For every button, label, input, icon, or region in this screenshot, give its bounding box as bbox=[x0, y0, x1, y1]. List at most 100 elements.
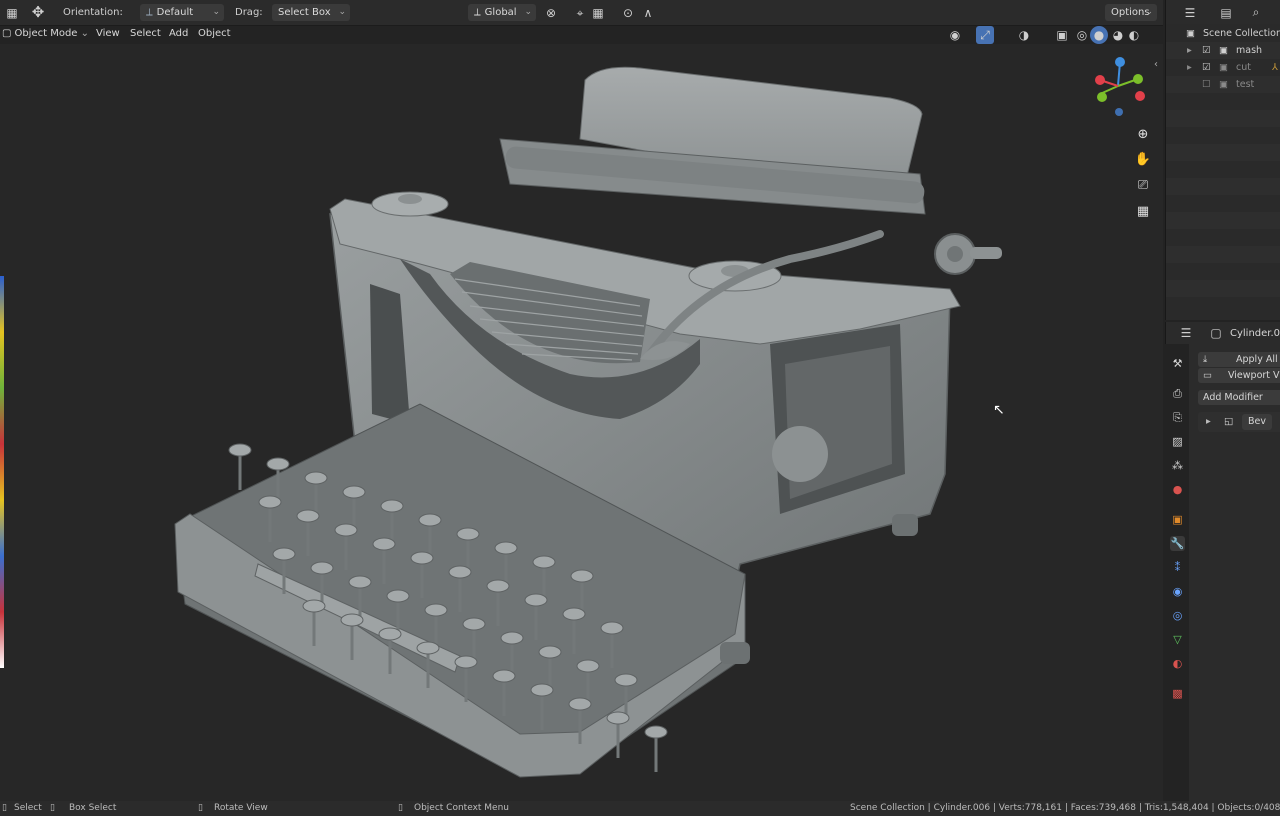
options-label: Options bbox=[1111, 7, 1150, 18]
mouse-left-icon: ▯ bbox=[2, 803, 7, 813]
chevron-down-icon: ⌄ bbox=[524, 7, 532, 17]
outliner-scene-collection[interactable]: ▣ Scene Collection bbox=[1166, 25, 1280, 42]
properties-tabs: ⚒ ⎙ ⎘ ▨ ⁂ ● ▣ 🔧 ⁑ ◉ ◎ ▽ ◐ ▩ bbox=[1165, 344, 1189, 801]
apply-icon: ⤓ bbox=[1203, 354, 1208, 365]
add-modifier-button[interactable]: Add Modifier bbox=[1198, 390, 1280, 405]
filter-icon[interactable]: ▤ bbox=[1216, 4, 1236, 22]
view-layer-tab-icon[interactable]: ▨ bbox=[1170, 434, 1185, 449]
object-mode-icon: ▢ bbox=[2, 28, 12, 39]
navigation-gizmo[interactable] bbox=[1088, 54, 1148, 118]
texture-tab-icon[interactable]: ▩ bbox=[1170, 686, 1185, 701]
checkbox-unchecked-icon[interactable]: ☐ bbox=[1202, 76, 1211, 93]
gizmo-toggle-icon[interactable]: ⤢ bbox=[976, 26, 994, 44]
falloff-icon[interactable]: ∧ bbox=[638, 4, 658, 22]
collection-icon: ▣ bbox=[1186, 28, 1195, 39]
zoom-icon[interactable]: ⊕ bbox=[1132, 124, 1154, 146]
pan-hand-icon[interactable]: ✋ bbox=[1132, 149, 1154, 171]
snap-grid-icon[interactable]: ▦ bbox=[588, 4, 608, 22]
status-bar: ▯ Select ▯ Box Select ▯ Rotate View ▯ Ob… bbox=[0, 801, 1280, 816]
checkbox-checked-icon[interactable]: ☑ bbox=[1202, 59, 1211, 76]
transform-orientation-dropdown[interactable]: ⟂ Global ⌄ bbox=[468, 4, 536, 21]
chevron-down-icon: ⌄ bbox=[212, 7, 220, 17]
chevron-down-icon: ⌄ bbox=[338, 7, 346, 17]
collection-icon: ▣ bbox=[1219, 62, 1228, 73]
pivot-point-icon[interactable]: ⊗ bbox=[541, 4, 561, 22]
chevron-down-icon: ⌄ bbox=[1145, 7, 1153, 17]
proportional-edit-icon[interactable]: ⊙ bbox=[618, 4, 638, 22]
transform-orientation-value: Global bbox=[484, 7, 517, 18]
bevel-modifier-icon: ◱ bbox=[1224, 416, 1233, 427]
gizmo-z-neg[interactable] bbox=[1115, 108, 1123, 116]
outliner-item-cut[interactable]: ▸ ☑ ▣ cut ⅄ bbox=[1166, 59, 1280, 76]
search-icon[interactable]: ⌕ bbox=[1246, 3, 1266, 21]
editor-type-icon[interactable]: ☰ bbox=[1176, 324, 1196, 342]
orientation-value: Default bbox=[156, 7, 194, 18]
orientation-dropdown[interactable]: ⟂ Default ⌄ bbox=[140, 4, 224, 21]
apply-all-label: Apply All bbox=[1236, 354, 1278, 365]
menu-object[interactable]: Object bbox=[198, 28, 231, 39]
gizmo-x-neg[interactable] bbox=[1095, 75, 1105, 85]
outliner-item-test[interactable]: ☐ ▣ test bbox=[1166, 76, 1280, 93]
viewport-vis-button[interactable]: ▭ Viewport Vis bbox=[1198, 368, 1280, 383]
options-dropdown[interactable]: Options ⌄ bbox=[1105, 4, 1157, 21]
apply-all-button[interactable]: ⤓ Apply All bbox=[1198, 352, 1280, 367]
object-marker-icon: ⅄ bbox=[1272, 62, 1278, 73]
perspective-grid-icon[interactable]: ▦ bbox=[1132, 201, 1154, 223]
modifier-tab-icon[interactable]: 🔧 bbox=[1170, 536, 1185, 551]
camera-icon[interactable]: ⎚ bbox=[1132, 175, 1154, 197]
particles-tab-icon[interactable]: ⁑ bbox=[1170, 560, 1185, 575]
mouse-cursor-icon: ↖ bbox=[993, 402, 1005, 418]
outliner-header: ☰ ▤ ⌕ bbox=[1166, 0, 1280, 24]
collection-icon: ▣ bbox=[1219, 79, 1228, 90]
expand-arrow-icon[interactable]: ▸ bbox=[1206, 412, 1211, 432]
tool-tab-icon[interactable]: ⚒ bbox=[1170, 356, 1185, 371]
menu-view[interactable]: View bbox=[96, 28, 120, 39]
status-select: Select bbox=[14, 803, 42, 813]
render-tab-icon[interactable]: ⎙ bbox=[1170, 386, 1185, 401]
scene-tab-icon[interactable]: ⁂ bbox=[1170, 458, 1185, 473]
chevron-down-icon: ⌄ bbox=[80, 28, 90, 39]
status-rotate-view: Rotate View bbox=[214, 803, 268, 813]
global-axes-icon: ⟂ bbox=[474, 7, 481, 18]
modifier-name-field[interactable]: Bev bbox=[1242, 414, 1272, 430]
gizmo-x-axis[interactable] bbox=[1135, 91, 1145, 101]
modifier-bevel-panel[interactable]: ▸ ◱ Bev bbox=[1198, 412, 1280, 432]
gizmo-z-axis[interactable] bbox=[1115, 57, 1125, 67]
menu-add[interactable]: Add bbox=[169, 28, 188, 39]
visibility-icon[interactable]: ◉ bbox=[945, 26, 965, 44]
3d-viewport[interactable]: ⊕ ✋ ⎚ ▦ ‹ ↖ bbox=[0, 44, 1163, 801]
editor-type-icon[interactable]: ▦ bbox=[2, 4, 22, 22]
solid-shading-icon[interactable]: ● bbox=[1090, 26, 1108, 44]
physics-tab-icon[interactable]: ◉ bbox=[1170, 584, 1185, 599]
display-mode-icon[interactable]: ☰ bbox=[1180, 4, 1200, 22]
object-tab-icon[interactable]: ▣ bbox=[1170, 512, 1185, 527]
constraints-tab-icon[interactable]: ◎ bbox=[1170, 608, 1185, 623]
monitor-icon: ▭ bbox=[1203, 370, 1212, 381]
viewport-header: ▦ ✥ Orientation: ⟂ Default ⌄ Drag: Select… bbox=[0, 0, 1163, 26]
material-tab-icon[interactable]: ◐ bbox=[1170, 656, 1185, 671]
sidebar-toggle-icon[interactable]: ‹ bbox=[1154, 59, 1158, 70]
transform-move-icon[interactable]: ✥ bbox=[28, 3, 48, 21]
xray-icon[interactable]: ▣ bbox=[1052, 26, 1072, 44]
data-tab-icon[interactable]: ▽ bbox=[1170, 632, 1185, 647]
wireframe-shading-icon[interactable]: ◎ bbox=[1072, 26, 1092, 44]
typewriter-model[interactable] bbox=[0, 44, 1163, 801]
world-tab-icon[interactable]: ● bbox=[1170, 482, 1185, 497]
rendered-shading-icon[interactable]: ◐ bbox=[1124, 26, 1144, 44]
snap-icon[interactable]: ⌖ bbox=[570, 4, 590, 22]
output-tab-icon[interactable]: ⎘ bbox=[1170, 410, 1185, 425]
menu-select[interactable]: Select bbox=[130, 28, 161, 39]
gizmo-y-axis[interactable] bbox=[1133, 74, 1143, 84]
scene-collection-label: Scene Collection bbox=[1203, 28, 1280, 39]
outliner-item-mash[interactable]: ▸ ☑ ▣ mash bbox=[1166, 42, 1280, 59]
object-data-icon: ▢ bbox=[1210, 326, 1222, 340]
object-mode-dropdown[interactable]: ▢ Object Mode ⌄ bbox=[2, 28, 89, 39]
expand-arrow-icon[interactable]: ▸ bbox=[1187, 59, 1192, 76]
drag-dropdown[interactable]: Select Box ⌄ bbox=[272, 4, 350, 21]
checkbox-checked-icon[interactable]: ☑ bbox=[1202, 42, 1211, 59]
overlays-icon[interactable]: ◑ bbox=[1014, 26, 1034, 44]
expand-arrow-icon[interactable]: ▸ bbox=[1187, 42, 1192, 59]
axis-icon: ⟂ bbox=[146, 7, 153, 18]
gizmo-y-neg[interactable] bbox=[1097, 92, 1107, 102]
status-box-select: Box Select bbox=[69, 803, 117, 813]
